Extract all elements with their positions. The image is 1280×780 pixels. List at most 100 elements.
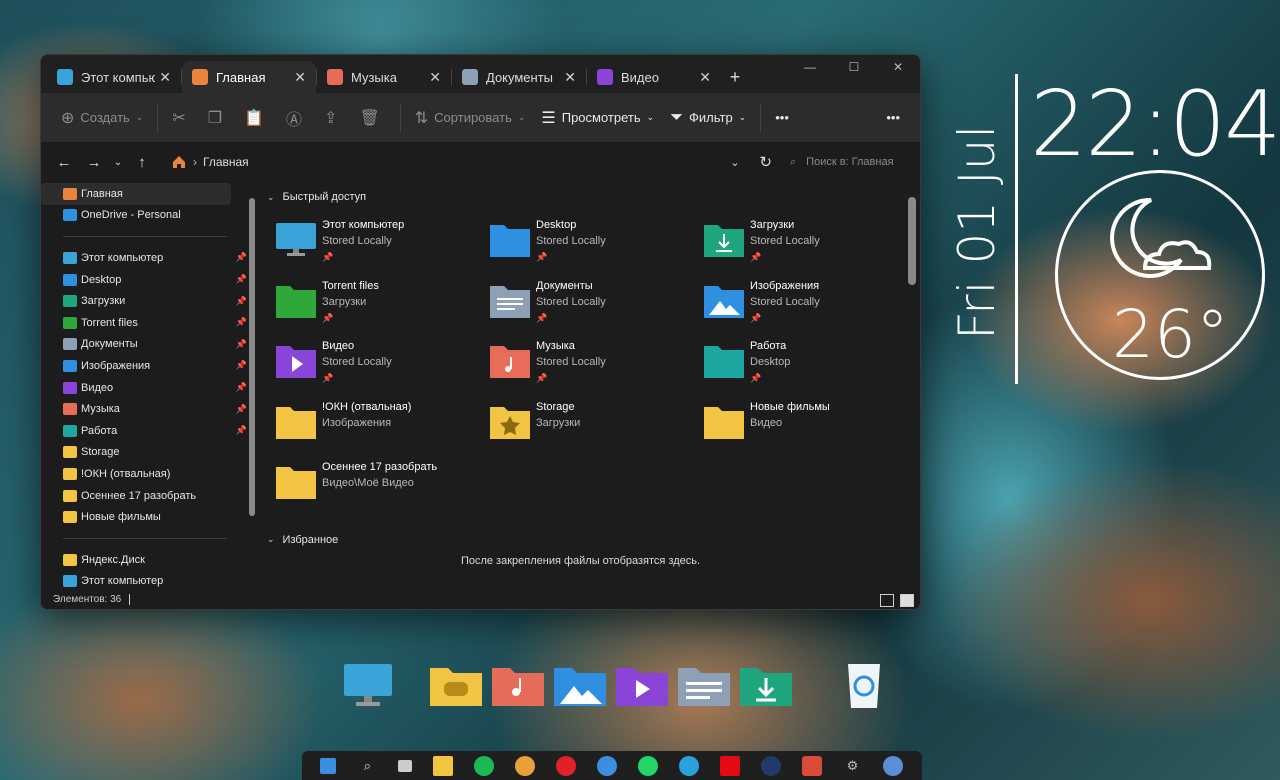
sidebar-item[interactable]: Главная (41, 183, 231, 205)
trash-icon: 🗑 (359, 109, 380, 127)
quick-access-item[interactable]: Torrent files Загрузки 📌 (275, 276, 489, 337)
media-player-icon[interactable] (760, 755, 781, 776)
refresh-button[interactable]: ↻ (759, 153, 772, 171)
close-tab-icon[interactable]: ✕ (564, 69, 576, 86)
tab-1[interactable]: Главная ✕ (182, 61, 316, 93)
pin-icon: 📌 (322, 252, 334, 262)
netflix-icon[interactable] (719, 755, 740, 776)
close-tab-icon[interactable]: ✕ (699, 69, 711, 86)
item-name: Документы (536, 279, 593, 292)
tab-4[interactable]: Видео ✕ (587, 61, 721, 93)
back-button[interactable]: ← (49, 154, 79, 171)
tab-2[interactable]: Музыка ✕ (317, 61, 451, 93)
tab-3[interactable]: Документы ✕ (452, 61, 586, 93)
tiles-view-icon[interactable] (900, 594, 914, 607)
sidebar-item[interactable]: Осеннее 17 разобрать (41, 485, 241, 507)
sidebar-item[interactable]: !ОКН (отвальная) (41, 463, 241, 485)
pin-icon: 📌 (322, 373, 334, 384)
quick-access-item[interactable]: Осеннее 17 разобрать Видео\Моё Видео (275, 457, 489, 518)
favorites-header[interactable]: ⌄ Избранное (261, 528, 920, 552)
search-input[interactable]: ⌕ Поиск в: Главная (790, 156, 910, 169)
item-text: Работа Desktop 📌 (750, 338, 790, 386)
whatsapp-icon[interactable] (637, 755, 658, 776)
sidebar-item[interactable]: Новые фильмы (41, 506, 241, 528)
recycle-bin-icon[interactable] (836, 660, 892, 710)
filter-button[interactable]: ⏷ Фильтр ⌄ (662, 101, 754, 135)
details-menu-button[interactable]: ••• (878, 101, 908, 135)
file-explorer-icon[interactable] (433, 755, 454, 776)
music-folder-icon[interactable] (490, 660, 546, 710)
pictures-folder-icon[interactable] (552, 660, 608, 710)
music-player-icon[interactable] (515, 755, 536, 776)
close-tab-icon[interactable]: ✕ (294, 69, 306, 86)
minimize-button[interactable]: — (788, 55, 832, 79)
quick-access-item[interactable]: Видео Stored Locally 📌 (275, 336, 489, 397)
sidebar-item[interactable]: Загрузки 📌 (41, 290, 247, 312)
new-tab-button[interactable]: + (721, 61, 749, 93)
delete-button[interactable]: 🗑 (351, 101, 393, 135)
quick-access-item[interactable]: Storage Загрузки (489, 397, 703, 458)
sort-button[interactable]: ⇅ Сортировать ⌄ (407, 101, 534, 135)
quick-access-header[interactable]: ⌄ Быстрый доступ (261, 185, 920, 209)
quick-access-item[interactable]: Документы Stored Locally 📌 (489, 276, 703, 337)
qbittorrent-icon[interactable] (883, 755, 904, 776)
download-folder-icon (704, 225, 744, 257)
create-button[interactable]: ⊕ Создать ⌄ (53, 101, 151, 135)
maximize-button[interactable]: ☐ (832, 55, 876, 79)
search-icon[interactable]: ⌕ (357, 756, 377, 776)
quick-access-item[interactable]: Работа Desktop 📌 (703, 336, 917, 397)
sidebar-item[interactable]: Музыка 📌 (41, 398, 247, 420)
sidebar-item[interactable]: Torrent files 📌 (41, 312, 247, 334)
quick-access-item[interactable]: Новые фильмы Видео (703, 397, 917, 458)
quick-access-item[interactable]: Изображения Stored Locally 📌 (703, 276, 917, 337)
quick-access-item[interactable]: Музыка Stored Locally 📌 (489, 336, 703, 397)
sidebar-item[interactable]: Storage (41, 442, 241, 464)
main-scrollbar[interactable] (908, 197, 916, 285)
monitor-icon[interactable] (340, 660, 396, 710)
forward-button[interactable]: → (79, 154, 109, 171)
video-folder-icon[interactable] (614, 660, 670, 710)
sidebar-item[interactable]: Документы 📌 (41, 334, 247, 356)
games-folder-icon[interactable] (428, 660, 484, 710)
quick-access-item[interactable]: Загрузки Stored Locally 📌 (703, 215, 917, 276)
sidebar-item[interactable]: Изображения 📌 (41, 355, 247, 377)
task-view-icon[interactable] (398, 759, 413, 772)
telegram-icon[interactable] (678, 755, 699, 776)
start-icon[interactable] (320, 757, 337, 774)
document-folder-icon[interactable] (676, 660, 732, 710)
close-window-button[interactable]: ✕ (876, 55, 920, 79)
cut-button[interactable]: ✂ (164, 101, 199, 135)
quick-access-item[interactable]: !ОКН (отвальная) Изображения (275, 397, 489, 458)
breadcrumb[interactable]: › Главная (171, 154, 249, 170)
more-options-button[interactable]: ••• (767, 101, 797, 135)
sidebar-item[interactable]: Видео 📌 (41, 377, 247, 399)
sidebar-item[interactable]: Этот компьютер 📌 (41, 247, 247, 269)
settings-icon[interactable]: ⚙ (842, 756, 862, 776)
share-button[interactable]: ⇪ (316, 101, 351, 135)
address-dropdown-button[interactable]: ⌄ (730, 156, 739, 169)
browser-icon[interactable] (596, 755, 617, 776)
photos-icon[interactable] (801, 755, 822, 776)
item-text: Storage Загрузки (536, 399, 580, 431)
sidebar-item[interactable]: Desktop 📌 (41, 269, 247, 291)
rename-button[interactable]: Ⓐ (278, 101, 316, 135)
view-button[interactable]: ☰ Просмотреть ⌄ (533, 101, 662, 135)
pin-icon: 📌 (750, 252, 762, 262)
close-tab-icon[interactable]: ✕ (429, 69, 441, 86)
up-button[interactable]: ↑ (127, 154, 157, 171)
details-view-icon[interactable] (880, 594, 894, 607)
tab-0[interactable]: Этот компьютер✕ (47, 61, 181, 93)
download-folder-icon[interactable] (738, 660, 794, 710)
spotify-icon[interactable] (474, 755, 495, 776)
recent-locations-button[interactable]: ⌄ (109, 157, 127, 168)
sidebar-item[interactable]: Яндекс.Диск (41, 549, 241, 571)
sidebar-item[interactable]: Работа 📌 (41, 420, 247, 442)
window-controls: — ☐ ✕ (788, 55, 920, 79)
opera-icon[interactable] (555, 755, 576, 776)
close-tab-icon[interactable]: ✕ (159, 69, 171, 86)
quick-access-item[interactable]: Desktop Stored Locally 📌 (489, 215, 703, 276)
copy-button[interactable]: ❐ (200, 101, 236, 135)
sidebar-item[interactable]: OneDrive - Personal (41, 205, 241, 227)
paste-button[interactable]: 📋 (236, 101, 278, 135)
quick-access-item[interactable]: Этот компьютер Stored Locally 📌 (275, 215, 489, 276)
